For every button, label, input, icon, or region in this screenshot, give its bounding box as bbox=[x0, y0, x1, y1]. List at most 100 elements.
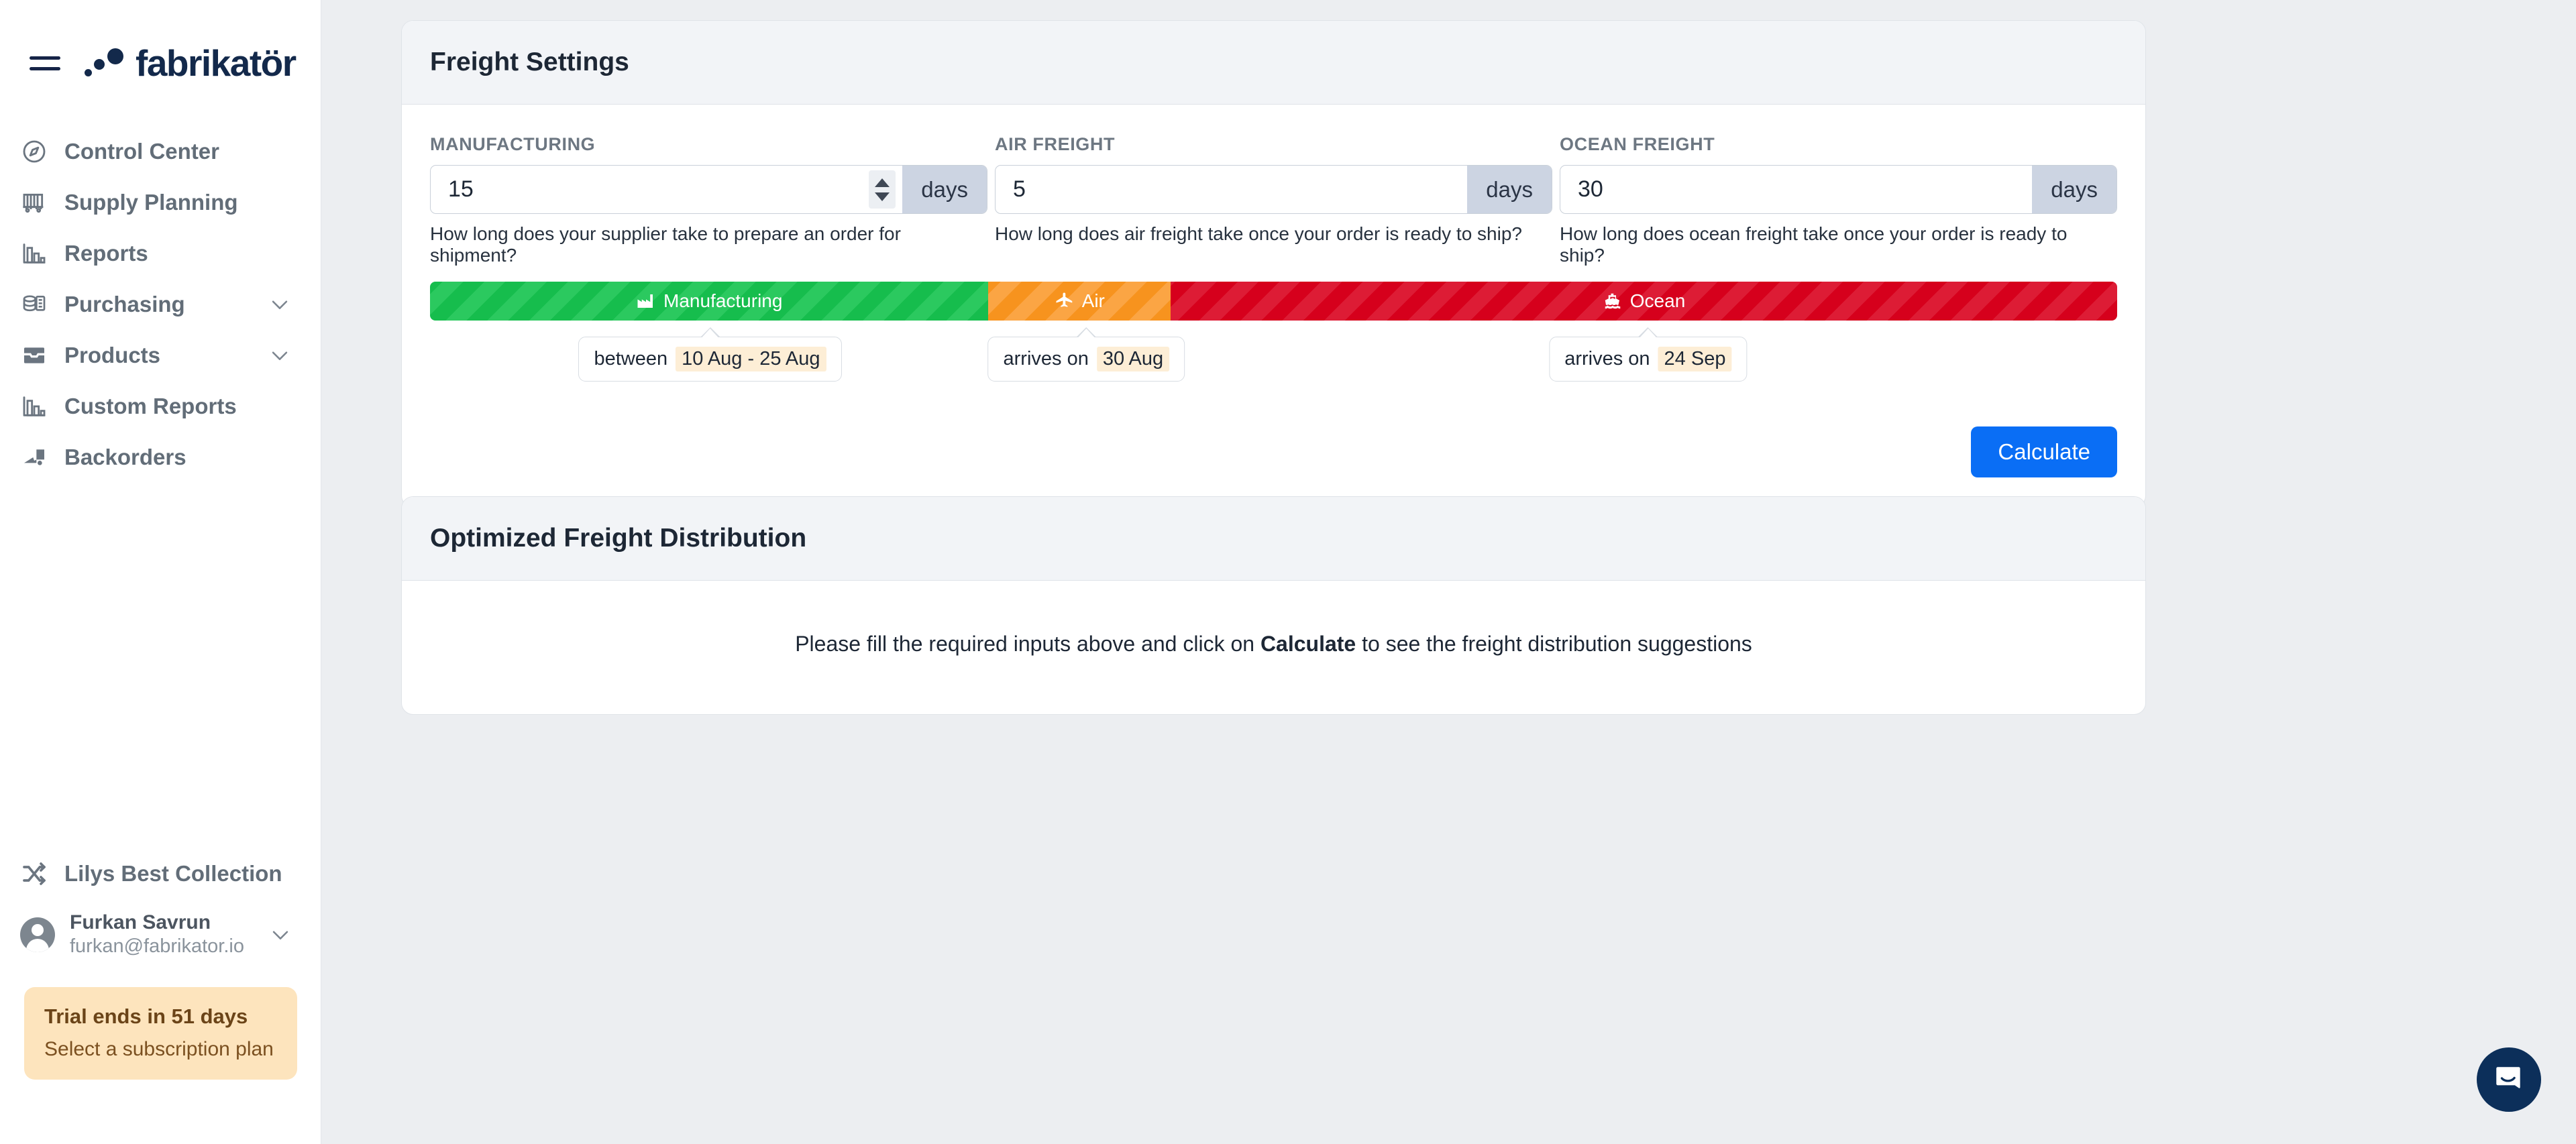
sidebar-footer: Lilys Best Collection Furkan Savrun furk… bbox=[0, 848, 321, 1144]
freight-settings-header: Freight Settings bbox=[402, 21, 2145, 105]
distribution-body: Please fill the required inputs above an… bbox=[402, 581, 2145, 714]
coins-stack-icon bbox=[20, 290, 48, 319]
segment-label: Manufacturing bbox=[663, 290, 783, 311]
user-name: Furkan Savrun bbox=[70, 911, 211, 933]
field-hint: How long does your supplier take to prep… bbox=[430, 223, 901, 266]
calculate-button[interactable]: Calculate bbox=[1971, 426, 2117, 477]
field-label: AIR FREIGHT bbox=[995, 134, 1116, 154]
sidebar-item-purchasing[interactable]: Purchasing bbox=[0, 279, 321, 330]
factory-icon bbox=[636, 291, 656, 311]
air-freight-input[interactable] bbox=[996, 166, 1468, 213]
segment-label: Air bbox=[1081, 290, 1105, 311]
field-hint: How long does air freight take once your… bbox=[995, 223, 1522, 244]
ocean-freight-input-group[interactable]: days bbox=[1560, 165, 2117, 214]
empty-prefix: Please fill the required inputs above an… bbox=[795, 632, 1260, 656]
ship-icon bbox=[1603, 291, 1623, 311]
bar-chart-icon bbox=[20, 239, 48, 268]
tooltip-prefix: arrives on bbox=[1003, 348, 1089, 369]
field-manufacturing: MANUFACTURING days How long does your su… bbox=[430, 134, 987, 266]
distribution-empty-message: Please fill the required inputs above an… bbox=[402, 581, 2145, 714]
inbox-tray-icon bbox=[20, 341, 48, 369]
sidebar-item-collection[interactable]: Lilys Best Collection bbox=[0, 848, 321, 899]
segment-label: Ocean bbox=[1629, 290, 1686, 311]
timeline-segment-ocean[interactable]: Ocean bbox=[1171, 282, 2117, 321]
field-air-freight: AIR FREIGHT days How long does air freig… bbox=[995, 134, 1552, 266]
user-meta: Furkan Savrun furkan@fabrikator.io bbox=[70, 911, 244, 958]
sidebar-item-label: Supply Planning bbox=[64, 190, 238, 215]
sidebar-item-label: Control Center bbox=[64, 139, 219, 164]
unit-label: days bbox=[2032, 166, 2116, 213]
sidebar-item-label: Products bbox=[64, 343, 161, 367]
card-actions: Calculate bbox=[430, 426, 2117, 477]
timeline-segment-manufacturing[interactable]: Manufacturing bbox=[430, 282, 989, 321]
chat-bubble-icon[interactable] bbox=[2477, 1047, 2541, 1112]
field-label: OCEAN FREIGHT bbox=[1560, 134, 1715, 154]
field-label: MANUFACTURING bbox=[430, 134, 596, 154]
timeline-tooltips: between 10 Aug - 25 Aug arrives on 30 Au… bbox=[430, 321, 2117, 388]
sidebar-header: fabrikatör bbox=[0, 0, 321, 84]
sidebar-item-label: Backorders bbox=[64, 445, 186, 469]
tooltip-ocean: arrives on 24 Sep bbox=[1549, 337, 1748, 382]
manufacturing-input-group[interactable]: days bbox=[430, 165, 987, 214]
timeline-bar: Manufacturing Air Ocean bbox=[430, 282, 2117, 321]
tooltip-manufacturing: between 10 Aug - 25 Aug bbox=[578, 337, 842, 382]
trial-banner[interactable]: Trial ends in 51 days Select a subscript… bbox=[24, 987, 297, 1080]
tooltip-value: 30 Aug bbox=[1096, 347, 1170, 371]
sidebar: fabrikatör Control Center Supply Plannin… bbox=[0, 0, 321, 1144]
tooltip-value: 10 Aug - 25 Aug bbox=[676, 347, 826, 371]
field-hint: How long does ocean freight take once yo… bbox=[1560, 223, 2068, 266]
trial-title: Trial ends in 51 days bbox=[44, 1005, 248, 1028]
field-ocean-freight: OCEAN FREIGHT days How long does ocean f… bbox=[1560, 134, 2117, 266]
brand-logo[interactable]: fabrikatör bbox=[85, 42, 297, 84]
sidebar-item-custom-reports[interactable]: Custom Reports bbox=[0, 381, 321, 432]
manufacturing-stepper[interactable] bbox=[869, 170, 896, 209]
chevron-down-icon[interactable] bbox=[269, 923, 292, 946]
freight-settings-card: Freight Settings MANUFACTURING days How … bbox=[401, 20, 2146, 508]
brand-name: fabrikatör bbox=[136, 42, 297, 84]
sidebar-item-supply-planning[interactable]: Supply Planning bbox=[0, 177, 321, 228]
chevron-down-icon[interactable] bbox=[268, 293, 291, 316]
timeline-segment-air[interactable]: Air bbox=[988, 282, 1171, 321]
tooltip-value: 24 Sep bbox=[1658, 347, 1732, 371]
segment-label-wrap: Ocean bbox=[1603, 290, 1686, 312]
air-freight-input-group[interactable]: days bbox=[995, 165, 1552, 214]
collection-label: Lilys Best Collection bbox=[64, 861, 282, 886]
bar-chart-icon bbox=[20, 392, 48, 420]
airplane-icon bbox=[1055, 291, 1075, 311]
sidebar-item-products[interactable]: Products bbox=[0, 330, 321, 381]
user-menu[interactable]: Furkan Savrun furkan@fabrikator.io bbox=[0, 899, 321, 970]
main-content: Freight Settings MANUFACTURING days How … bbox=[321, 0, 2576, 1144]
hamburger-menu-icon[interactable] bbox=[30, 53, 60, 73]
segment-label-wrap: Air bbox=[1055, 290, 1105, 312]
stepper-down-icon[interactable] bbox=[875, 192, 890, 201]
delivery-truck-icon bbox=[20, 443, 48, 471]
sidebar-item-backorders[interactable]: Backorders bbox=[0, 432, 321, 483]
segment-label-wrap: Manufacturing bbox=[636, 290, 782, 312]
unit-label: days bbox=[902, 166, 987, 213]
fabrikator-dots-logo-icon bbox=[85, 47, 126, 79]
distribution-title: Optimized Freight Distribution bbox=[430, 524, 807, 553]
user-email: furkan@fabrikator.io bbox=[70, 935, 244, 957]
shuffle-icon bbox=[20, 860, 48, 888]
chevron-down-icon[interactable] bbox=[268, 344, 291, 367]
sidebar-item-label: Custom Reports bbox=[64, 394, 237, 418]
manufacturing-input[interactable] bbox=[431, 166, 869, 213]
sidebar-item-control-center[interactable]: Control Center bbox=[0, 126, 321, 177]
freight-settings-body: MANUFACTURING days How long does your su… bbox=[402, 105, 2145, 507]
container-icon bbox=[20, 188, 48, 217]
empty-bold: Calculate bbox=[1260, 632, 1356, 656]
avatar bbox=[20, 917, 55, 952]
ocean-freight-input[interactable] bbox=[1560, 166, 2033, 213]
tooltip-prefix: between bbox=[594, 348, 668, 369]
stepper-up-icon[interactable] bbox=[875, 178, 890, 187]
compass-icon bbox=[20, 137, 48, 166]
unit-label: days bbox=[1467, 166, 1552, 213]
tooltip-air: arrives on 30 Aug bbox=[987, 337, 1185, 382]
sidebar-nav: Control Center Supply Planning Reports P… bbox=[0, 126, 321, 483]
sidebar-item-reports[interactable]: Reports bbox=[0, 228, 321, 279]
distribution-header: Optimized Freight Distribution bbox=[402, 497, 2145, 581]
tooltip-prefix: arrives on bbox=[1564, 348, 1650, 369]
select-subscription-plan-link[interactable]: Select a subscription plan bbox=[44, 1038, 277, 1061]
freight-timeline: Manufacturing Air Ocean between 10 Aug -… bbox=[430, 282, 2117, 388]
empty-suffix: to see the freight distribution suggesti… bbox=[1356, 632, 1752, 656]
